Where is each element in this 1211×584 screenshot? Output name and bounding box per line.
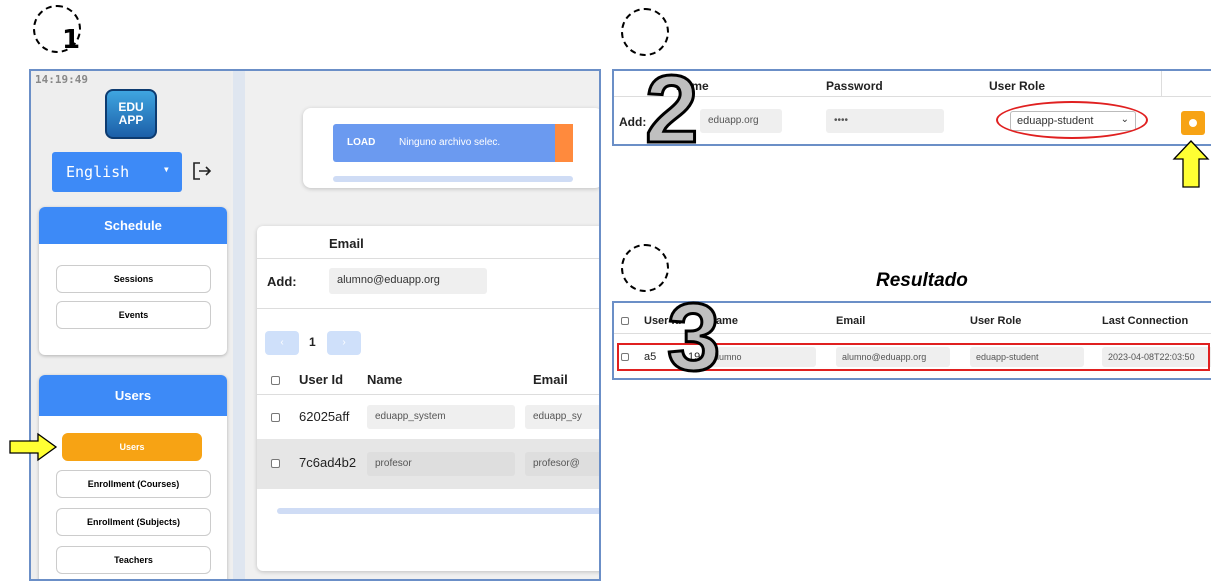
users-card: Email Add: alumno@eduapp.org ‹ 1 › User … — [257, 226, 599, 571]
current-page: 1 — [309, 335, 316, 349]
select-all-checkbox[interactable] — [271, 376, 280, 385]
prev-page-button[interactable]: ‹ — [265, 331, 299, 355]
email-input[interactable]: alumno@eduapp.org — [329, 268, 487, 294]
enrollment-subjects-button[interactable]: Enrollment (Subjects) — [56, 508, 211, 536]
user-id-cell: 62025aff — [299, 409, 350, 424]
name-input[interactable]: eduapp_system — [367, 405, 515, 429]
step-2-circle — [621, 8, 669, 56]
help-icon[interactable] — [555, 124, 573, 162]
password-column-header: Password — [826, 79, 883, 93]
users-button[interactable]: Users — [62, 433, 202, 461]
table-row[interactable]: 7c6ad4b2 profesor profesor@ — [257, 439, 599, 489]
email-column-header: Email — [329, 236, 364, 251]
logout-icon[interactable] — [191, 160, 213, 182]
row-checkbox[interactable] — [271, 459, 280, 468]
user-id-column-header: User Id — [299, 372, 344, 387]
step-3-number: 3 — [665, 284, 721, 391]
sessions-button[interactable]: Sessions — [56, 265, 211, 293]
sidebar-divider — [233, 71, 245, 579]
user-id-cell: 7c6ad4b2 — [299, 455, 357, 470]
select-all-checkbox[interactable] — [621, 317, 629, 325]
chevron-down-icon: ▾ — [162, 162, 170, 176]
last-connection-column-header: Last Connection — [1102, 315, 1189, 327]
sidebar: 14:19:49 EDU APP English ▾ Schedule Sessi… — [31, 71, 231, 579]
add-label: Add: — [619, 115, 647, 129]
horizontal-scrollbar[interactable] — [333, 176, 573, 182]
email-input[interactable]: eduapp.org — [700, 109, 782, 133]
users-menu-card: Users Users Enrollment (Courses) Enrollm… — [39, 375, 227, 579]
add-user-button[interactable] — [1181, 111, 1205, 135]
file-name-label: Ninguno archivo selec. — [399, 137, 501, 148]
table-row[interactable]: 62025aff eduapp_system eduapp_sy — [257, 395, 599, 439]
row-checkbox[interactable] — [271, 413, 280, 422]
load-card: LOAD Ninguno archivo selec. — [303, 108, 599, 188]
email-input[interactable]: profesor@ — [525, 452, 599, 476]
main-area: LOAD Ninguno archivo selec. Email Add: a… — [245, 71, 599, 579]
divider — [257, 258, 599, 259]
load-file-control[interactable]: LOAD Ninguno archivo selec. — [333, 124, 573, 162]
name-input[interactable]: profesor — [367, 452, 515, 476]
load-button-label: LOAD — [347, 137, 376, 148]
users-menu-title: Users — [39, 375, 227, 416]
enrollment-courses-button[interactable]: Enrollment (Courses) — [56, 470, 211, 498]
panel-1-screenshot: 14:19:49 EDU APP English ▾ Schedule Sessi… — [29, 69, 601, 581]
add-label: Add: — [267, 274, 297, 289]
schedule-card: Schedule Sessions Events — [39, 207, 227, 355]
password-input[interactable]: •••• — [826, 109, 944, 133]
name-column-header: Name — [367, 372, 403, 387]
email-column-header: Email — [533, 372, 568, 387]
language-select[interactable]: English ▾ — [52, 152, 182, 192]
next-page-button[interactable]: › — [327, 331, 361, 355]
step-1-number: 1 — [62, 25, 81, 55]
divider — [1161, 71, 1162, 96]
result-title: Resultado — [876, 270, 968, 291]
divider — [614, 96, 1211, 97]
step-3-circle — [621, 244, 669, 292]
highlight-oval — [996, 101, 1148, 139]
panel-2-screenshot: Name Password User Role Add: eduapp.org … — [612, 69, 1211, 146]
step-2-number: 2 — [643, 56, 699, 163]
app-logo: EDU APP — [105, 89, 157, 139]
teachers-button[interactable]: Teachers — [56, 546, 211, 574]
arrow-up-icon — [1172, 140, 1210, 188]
divider — [257, 308, 599, 309]
horizontal-scrollbar[interactable] — [277, 508, 599, 514]
user-role-column-header: User Role — [970, 315, 1022, 327]
clock: 14:19:49 — [35, 73, 88, 86]
user-role-column-header: User Role — [989, 79, 1046, 93]
email-input[interactable]: eduapp_sy — [525, 405, 599, 429]
email-column-header: Email — [836, 315, 866, 327]
schedule-title: Schedule — [39, 207, 227, 244]
events-button[interactable]: Events — [56, 301, 211, 329]
arrow-right-icon — [9, 432, 58, 462]
language-value: English — [66, 163, 130, 181]
